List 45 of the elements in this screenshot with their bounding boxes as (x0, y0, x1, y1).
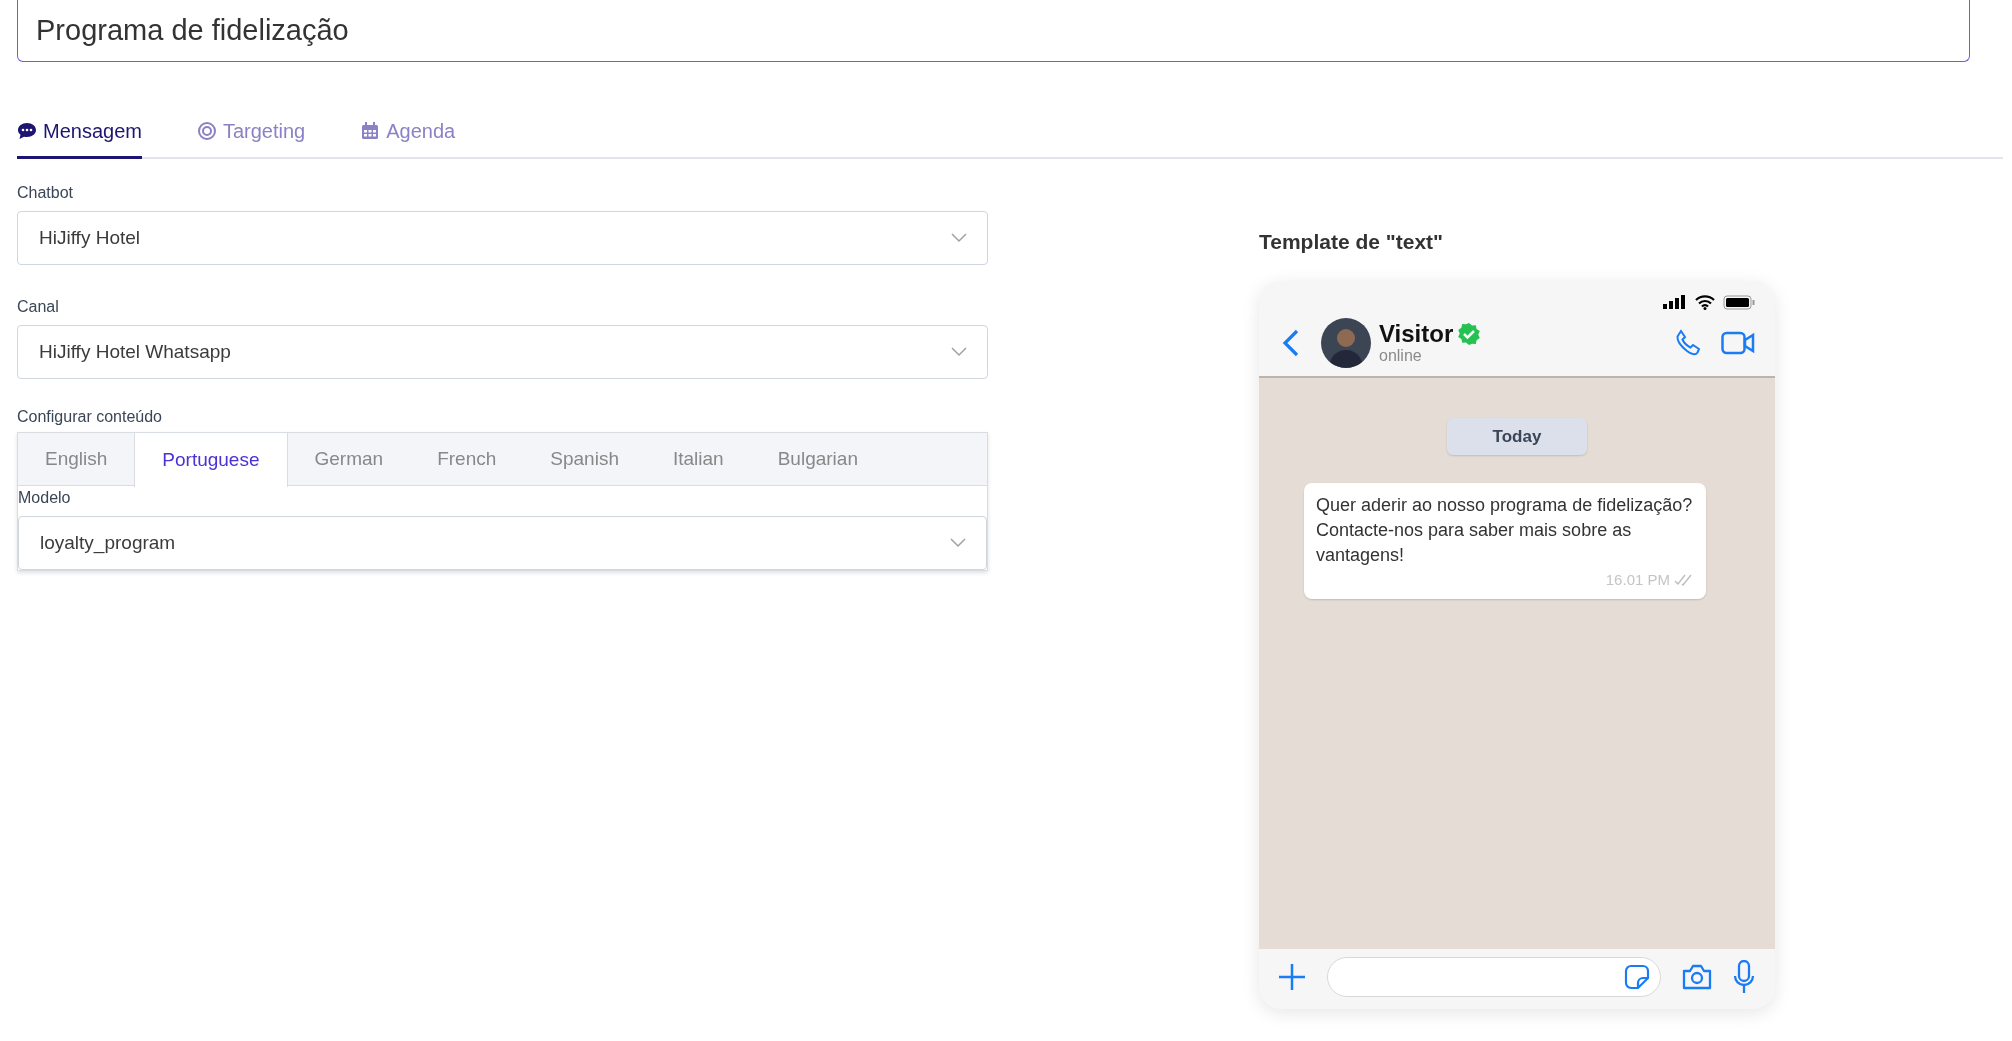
select-field[interactable]: loyalty_program (18, 516, 987, 570)
date-pill: Today (1446, 417, 1588, 455)
signal-icon (1663, 295, 1687, 309)
avatar-icon (1321, 317, 1371, 368)
tab[interactable]: Targeting (196, 108, 306, 159)
language-tab[interactable]: English (18, 433, 135, 486)
language-tab[interactable]: Portuguese (134, 433, 288, 487)
chevron-down-icon (951, 347, 967, 357)
plus-icon[interactable] (1277, 961, 1307, 992)
select-field[interactable]: HiJiffy Hotel Whatsapp (17, 325, 988, 379)
message-input-field[interactable] (1327, 956, 1661, 997)
tab[interactable]: Agenda (360, 108, 456, 159)
field-label: Modelo (18, 488, 72, 508)
select-value: HiJiffy Hotel Whatsapp (39, 339, 231, 364)
tab[interactable]: Mensagem (17, 108, 142, 159)
wifi-icon (1695, 294, 1715, 310)
calendar-icon (360, 121, 381, 141)
video-camera-icon[interactable] (1721, 329, 1755, 356)
chevron-down-icon (951, 233, 967, 243)
camera-icon[interactable] (1681, 962, 1713, 991)
language-tab[interactable]: German (287, 433, 411, 486)
microphone-icon[interactable] (1733, 959, 1755, 994)
language-tab[interactable]: Italian (645, 433, 751, 486)
chevron-down-icon (950, 538, 966, 548)
message-time: 16.01 PM (1605, 569, 1670, 590)
select-field[interactable]: HiJiffy Hotel (17, 211, 988, 265)
sticker-icon[interactable] (1624, 963, 1650, 990)
battery-icon (1723, 294, 1755, 310)
language-tab[interactable]: Bulgarian (750, 433, 885, 486)
select-value: HiJiffy Hotel (39, 225, 140, 250)
message-text: Quer aderir ao nosso programa de fidelização? Contacte-nos para saber mais sobre as vantagens! (1316, 494, 1694, 568)
target-icon (196, 121, 217, 141)
select-value: loyalty_program (40, 530, 176, 556)
double-check-icon (1674, 573, 1694, 586)
contact-status: online (1379, 347, 1423, 364)
field-label: Configurar conteúdo (17, 407, 163, 427)
language-tab[interactable]: Spanish (523, 433, 646, 486)
chat-bubble-icon (17, 121, 37, 141)
back-icon[interactable] (1281, 327, 1301, 358)
language-tab[interactable]: French (410, 433, 524, 486)
field-label: Canal (17, 297, 60, 317)
field-label: Chatbot (17, 183, 75, 203)
contact-name: Visitor (1379, 321, 1454, 348)
preview-title: Template de "text" (1259, 229, 1445, 255)
title-input-field[interactable]: Programa de fidelização (17, 0, 1970, 62)
